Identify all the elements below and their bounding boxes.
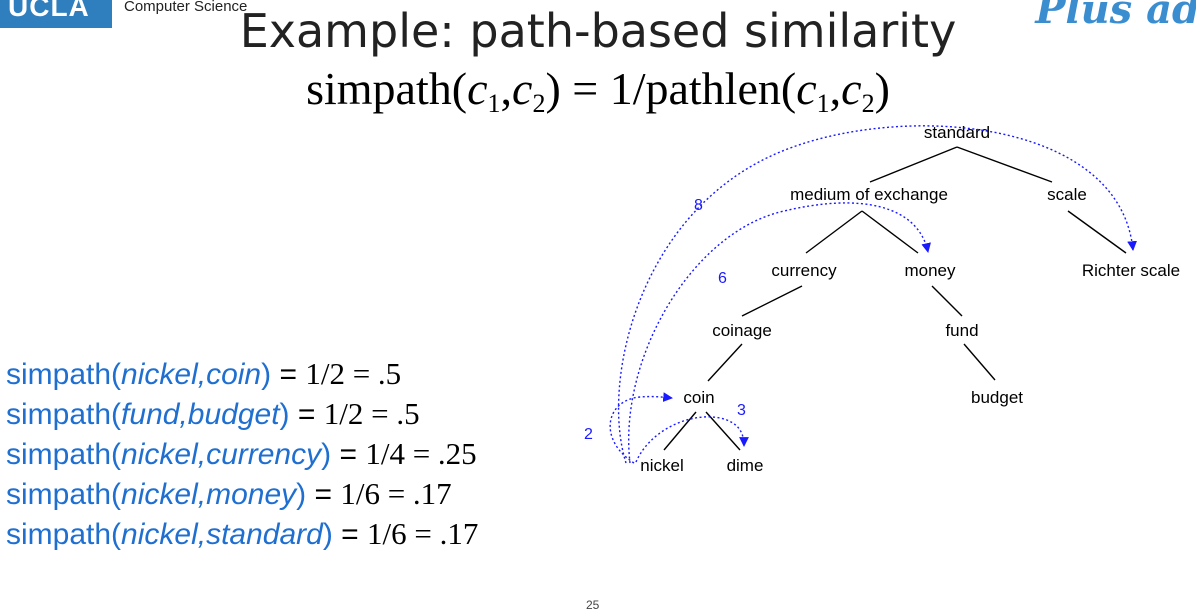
path-length-coin: 2 xyxy=(584,426,593,443)
node-coin: coin xyxy=(683,388,714,407)
example-args: nickel,currency xyxy=(121,438,322,471)
page-number: 25 xyxy=(586,598,600,612)
example-close: ) xyxy=(296,478,307,511)
example-equals: = xyxy=(332,518,368,551)
edge-currency-coinage xyxy=(741,285,803,317)
path-length-dime: 3 xyxy=(737,402,746,419)
node-scale: scale xyxy=(1047,185,1087,204)
example-value: 1/2 = .5 xyxy=(305,356,402,391)
node-dime: dime xyxy=(727,456,764,475)
example-close: ) xyxy=(321,438,332,471)
example-value: 1/2 = .5 xyxy=(323,396,420,431)
path-length-money: 6 xyxy=(718,270,727,287)
example-args: nickel,coin xyxy=(121,358,262,391)
example-item: simpath(nickel,money) = 1/6 = .17 xyxy=(6,474,478,514)
example-equals: = xyxy=(306,478,341,511)
edge-scale-richter xyxy=(1067,210,1127,254)
edge-fund-budget xyxy=(963,343,996,381)
example-fn: simpath( xyxy=(6,518,122,551)
edge-medium-currency xyxy=(805,210,863,254)
node-nickel: nickel xyxy=(640,456,683,475)
edge-coin-dime xyxy=(705,411,741,451)
example-item: simpath(nickel,coin) = 1/2 = .5 xyxy=(6,354,478,394)
node-currency: currency xyxy=(771,261,837,280)
edge-money-fund xyxy=(931,285,963,317)
example-args: nickel,standard xyxy=(121,518,323,551)
example-item: simpath(nickel,currency) = 1/4 = .25 xyxy=(6,434,478,474)
example-equals: = xyxy=(271,358,306,391)
example-args: fund,budget xyxy=(121,398,280,431)
examples-list: simpath(nickel,coin) = 1/2 = .5 simpath(… xyxy=(6,354,478,554)
example-equals: = xyxy=(289,398,324,431)
edge-standard-medium xyxy=(869,146,958,183)
edge-medium-money xyxy=(861,210,919,254)
example-value: 1/4 = .25 xyxy=(365,436,477,471)
edge-coinage-coin xyxy=(707,343,743,382)
node-medium-of-exchange: medium of exchange xyxy=(790,185,948,204)
path-length-standard: 8 xyxy=(694,197,703,214)
example-item: simpath(fund,budget) = 1/2 = .5 xyxy=(6,394,478,434)
edge-standard-scale xyxy=(956,146,1053,183)
node-budget: budget xyxy=(971,388,1023,407)
node-money: money xyxy=(904,261,956,280)
path-arrows xyxy=(609,125,1137,464)
path-arrow-nickel-money xyxy=(628,202,931,464)
example-close: ) xyxy=(261,358,272,391)
example-close: ) xyxy=(322,518,333,551)
node-fund: fund xyxy=(945,321,978,340)
example-args: nickel,money xyxy=(121,478,297,511)
edge-coin-nickel xyxy=(663,411,697,451)
example-fn: simpath( xyxy=(6,398,122,431)
node-coinage: coinage xyxy=(712,321,772,340)
example-equals: = xyxy=(331,438,366,471)
node-richter-scale: Richter scale xyxy=(1082,261,1180,280)
example-close: ) xyxy=(279,398,290,431)
example-fn: simpath( xyxy=(6,358,122,391)
example-fn: simpath( xyxy=(6,438,122,471)
example-value: 1/6 = .17 xyxy=(367,516,479,551)
example-value: 1/6 = .17 xyxy=(340,476,452,511)
example-fn: simpath( xyxy=(6,478,122,511)
example-item: simpath(nickel,standard) = 1/6 = .17 xyxy=(6,514,478,554)
